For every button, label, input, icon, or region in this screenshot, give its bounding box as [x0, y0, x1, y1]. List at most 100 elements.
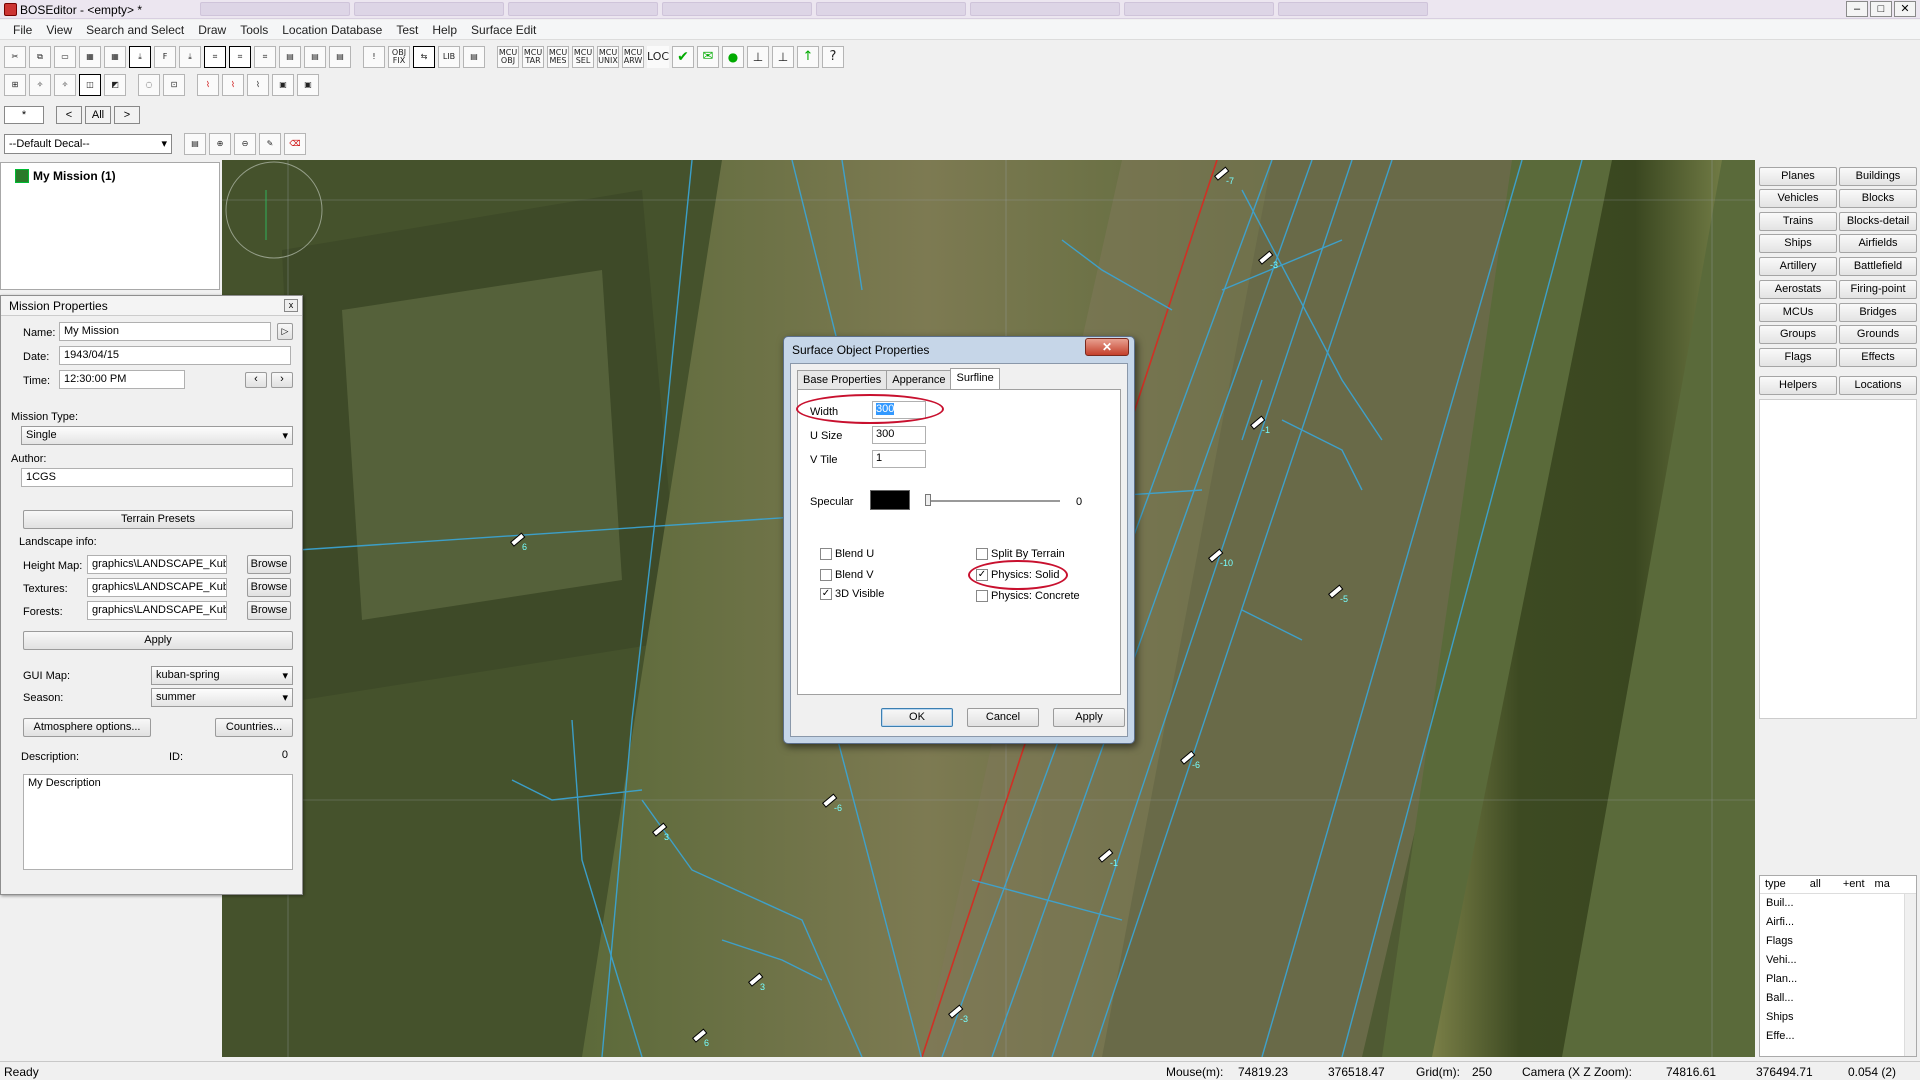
- copy-icon[interactable]: ⧉: [29, 46, 51, 68]
- grid-tool-icon[interactable]: ⌗: [204, 46, 226, 68]
- menu-search-select[interactable]: Search and Select: [79, 20, 191, 39]
- f-tool-icon[interactable]: F: [154, 46, 176, 68]
- unlock-icon[interactable]: ▣: [297, 74, 319, 96]
- tab-apperance[interactable]: Apperance: [886, 370, 952, 391]
- minimize-button[interactable]: –: [1846, 1, 1868, 17]
- menu-draw[interactable]: Draw: [191, 20, 233, 39]
- time-next-button[interactable]: ›: [271, 372, 293, 388]
- close-window-button[interactable]: ✕: [1894, 1, 1916, 17]
- menu-tools[interactable]: Tools: [233, 20, 275, 39]
- category-effects[interactable]: Effects: [1839, 348, 1917, 367]
- marker-icon[interactable]: -6: [1178, 748, 1200, 770]
- decal-select[interactable]: --Default Decal--: [4, 134, 172, 154]
- marker-icon[interactable]: -10: [1206, 546, 1233, 568]
- physics-concrete-checkbox[interactable]: Physics: Concrete: [976, 590, 1080, 602]
- split-by-terrain-checkbox[interactable]: Split By Terrain: [976, 548, 1065, 560]
- tab-base-properties[interactable]: Base Properties: [797, 370, 888, 391]
- mcu-tar-icon[interactable]: MCU TAR: [522, 46, 544, 68]
- cancel-button[interactable]: Cancel: [967, 708, 1039, 727]
- category-flags[interactable]: Flags: [1759, 348, 1837, 367]
- marker-icon[interactable]: 6: [508, 530, 528, 552]
- grid-snap-icon[interactable]: ⌗: [229, 46, 251, 68]
- marker-icon[interactable]: -1: [1096, 846, 1118, 868]
- gui-map-select[interactable]: kuban-spring: [151, 666, 293, 685]
- date-field[interactable]: 1943/04/15: [59, 346, 291, 365]
- mcu-arw-icon[interactable]: MCU ARW: [622, 46, 644, 68]
- decal-remove-icon[interactable]: ⊖: [234, 133, 256, 155]
- level2-icon[interactable]: ⊥: [772, 46, 794, 68]
- specular-slider-thumb[interactable]: [925, 494, 931, 506]
- list-item[interactable]: Flags: [1760, 932, 1916, 951]
- layer-icon[interactable]: ▤: [279, 46, 301, 68]
- terrain-presets-button[interactable]: Terrain Presets: [23, 510, 293, 529]
- category-blocks-detail[interactable]: Blocks-detail: [1839, 212, 1917, 231]
- marker-icon[interactable]: -5: [1326, 582, 1348, 604]
- usize-field[interactable]: 300: [872, 426, 926, 444]
- marker-icon[interactable]: 3: [746, 970, 766, 992]
- filter-input[interactable]: *: [4, 106, 44, 124]
- grid-tool2-icon[interactable]: ⌗: [254, 46, 276, 68]
- col-ent[interactable]: +ent: [1838, 876, 1870, 893]
- decal-list-icon[interactable]: ▤: [184, 133, 206, 155]
- name-field[interactable]: My Mission: [59, 322, 271, 341]
- tab-surfline[interactable]: Surfline: [950, 368, 1000, 389]
- import-icon[interactable]: ⤓: [179, 46, 201, 68]
- marker-icon[interactable]: -7: [1212, 164, 1234, 186]
- category-firing-point[interactable]: Firing-point: [1839, 280, 1917, 299]
- category-battlefield[interactable]: Battlefield: [1839, 257, 1917, 276]
- category-grounds[interactable]: Grounds: [1839, 325, 1917, 344]
- mcu-sel-icon[interactable]: MCU SEL: [572, 46, 594, 68]
- tree-root[interactable]: My Mission (1): [15, 169, 116, 183]
- waypoint-icon[interactable]: ⌇: [197, 74, 219, 96]
- season-select[interactable]: summer: [151, 688, 293, 707]
- description-field[interactable]: My Description: [23, 774, 293, 870]
- marker-icon[interactable]: 3: [650, 820, 670, 842]
- paste-icon[interactable]: ▭: [54, 46, 76, 68]
- time-field[interactable]: 12:30:00 PM: [59, 370, 185, 389]
- lock-icon[interactable]: ▣: [272, 74, 294, 96]
- mission-type-select[interactable]: Single: [21, 426, 293, 445]
- category-mcus[interactable]: MCUs: [1759, 303, 1837, 322]
- name-edit-button[interactable]: ▷: [277, 323, 293, 340]
- list-icon[interactable]: ▤: [463, 46, 485, 68]
- atmosphere-options-button[interactable]: Atmosphere options...: [23, 718, 151, 737]
- cut-icon[interactable]: ✂: [4, 46, 26, 68]
- category-ships[interactable]: Ships: [1759, 234, 1837, 253]
- mcu-unix-icon[interactable]: MCU UNIX: [597, 46, 619, 68]
- category-vehicles[interactable]: Vehicles: [1759, 189, 1837, 208]
- ok-button[interactable]: OK: [881, 708, 953, 727]
- specular-color-swatch[interactable]: [870, 490, 910, 510]
- browse-textures-button[interactable]: Browse: [247, 578, 291, 597]
- close-icon[interactable]: x: [284, 299, 298, 312]
- filter-next-button[interactable]: >: [114, 106, 140, 124]
- decal-delete-icon[interactable]: ⌫: [284, 133, 306, 155]
- marker-icon[interactable]: 6: [690, 1026, 710, 1048]
- filter-prev-button[interactable]: <: [56, 106, 82, 124]
- menu-location-database[interactable]: Location Database: [275, 20, 389, 39]
- category-planes[interactable]: Planes: [1759, 167, 1837, 186]
- align-icon[interactable]: ⇆: [413, 46, 435, 68]
- countries-button[interactable]: Countries...: [215, 718, 293, 737]
- category-airfields[interactable]: Airfields: [1839, 234, 1917, 253]
- up-arrow-icon[interactable]: ↑: [797, 46, 819, 68]
- apply-landscape-button[interactable]: Apply: [23, 631, 293, 650]
- waypoint2-icon[interactable]: ⌇: [222, 74, 244, 96]
- info-icon[interactable]: !: [363, 46, 385, 68]
- list-item[interactable]: Effe...: [1760, 1027, 1916, 1046]
- rotate-icon[interactable]: ◌: [138, 74, 160, 96]
- category-artillery[interactable]: Artillery: [1759, 257, 1837, 276]
- list-item[interactable]: Airfi...: [1760, 913, 1916, 932]
- category-groups[interactable]: Groups: [1759, 325, 1837, 344]
- check-icon[interactable]: ✔: [672, 46, 694, 68]
- 3d-visible-checkbox[interactable]: ✓ 3D Visible: [820, 588, 884, 600]
- category-buildings[interactable]: Buildings: [1839, 167, 1917, 186]
- spark-icon[interactable]: ✧: [29, 74, 51, 96]
- menu-help[interactable]: Help: [425, 20, 464, 39]
- browse-height-button[interactable]: Browse: [247, 555, 291, 574]
- list-item[interactable]: Buil...: [1760, 894, 1916, 913]
- select-area-icon[interactable]: ◫: [79, 74, 101, 96]
- dialog-close-button[interactable]: ✕: [1085, 338, 1129, 356]
- dot-icon[interactable]: ●: [722, 46, 744, 68]
- layer2-icon[interactable]: ▤: [304, 46, 326, 68]
- blend-u-checkbox[interactable]: Blend U: [820, 548, 874, 560]
